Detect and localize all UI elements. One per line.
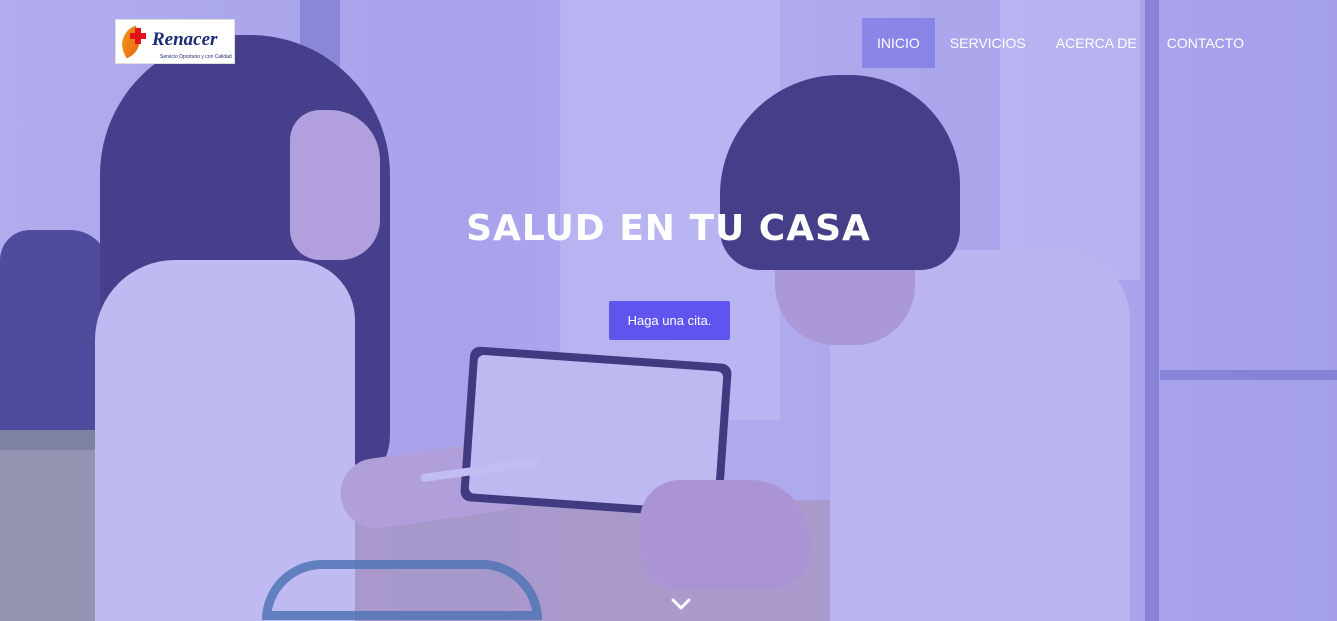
logo-tagline: Servicio Oportuno y con Calidad [160,54,232,60]
chevron-down-icon[interactable] [671,597,691,611]
hero-section: Renacer Servicio Oportuno y con Calidad … [0,0,1337,621]
nav-item-acerca-de[interactable]: ACERCA DE [1041,18,1152,68]
nav-item-servicios[interactable]: SERVICIOS [935,18,1041,68]
nav-item-contacto[interactable]: CONTACTO [1152,18,1259,68]
book-appointment-button[interactable]: Haga una cita. [609,301,730,340]
medical-cross-icon [130,28,146,44]
nav-menu: INICIO SERVICIOS ACERCA DE CONTACTO [862,18,1259,68]
top-navbar: Renacer Servicio Oportuno y con Calidad … [0,0,1337,86]
hero-title: SALUD EN TU CASA [466,208,871,249]
logo-text: Renacer [152,29,218,50]
brand-logo[interactable]: Renacer Servicio Oportuno y con Calidad [115,19,235,64]
nav-item-inicio[interactable]: INICIO [862,18,935,68]
